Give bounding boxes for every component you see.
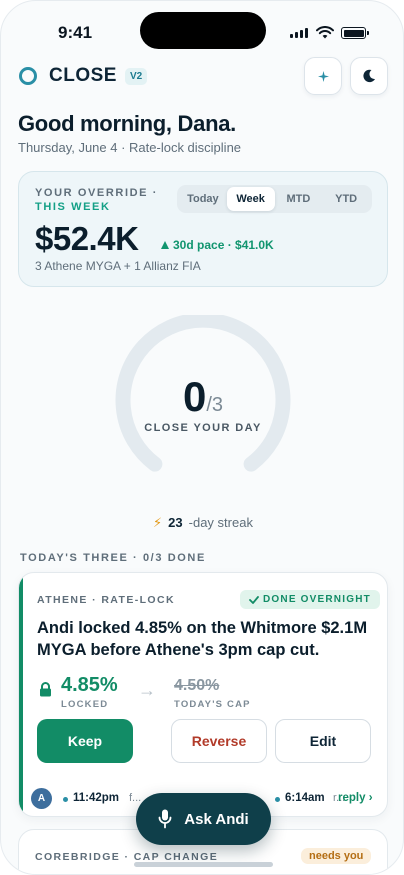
thread-snippet-1: f... <box>129 792 142 804</box>
timeline-dot <box>63 797 68 802</box>
timeline-dot <box>275 797 280 802</box>
streak-count: 23 <box>168 515 183 530</box>
reverse-button[interactable]: Reverse <box>171 719 267 763</box>
cellular-signal-icon <box>290 28 308 38</box>
progress-total: /3 <box>206 394 224 416</box>
progress-done: 0 <box>182 373 207 420</box>
override-label: YOUR OVERRIDE · THIS WEEK <box>35 186 158 214</box>
task-tag: ATHENE · RATE-LOCK <box>37 594 175 606</box>
logo-ring-icon <box>19 67 37 85</box>
progress-label: CLOSE YOUR DAY <box>144 422 262 434</box>
thread-time-1: 11:42pm <box>73 792 120 804</box>
task-status-bar <box>19 573 23 816</box>
edit-button[interactable]: Edit <box>275 719 371 763</box>
keep-button[interactable]: Keep <box>37 719 133 763</box>
wifi-icon <box>316 26 334 39</box>
microphone-icon <box>158 809 172 829</box>
override-card: YOUR OVERRIDE · THIS WEEK Today Week MTD… <box>18 171 388 287</box>
tab-ytd[interactable]: YTD <box>322 187 370 211</box>
battery-icon <box>341 27 369 39</box>
app-name: CLOSE <box>49 65 117 86</box>
greeting-subtitle: Thursday, June 4 · Rate-lock discipline <box>18 140 242 155</box>
section-title: TODAY'S THREE · 0/3 DONE <box>20 552 206 564</box>
avatar: A <box>31 788 52 809</box>
status-time: 9:41 <box>58 23 93 42</box>
status-badge: DONE OVERNIGHT <box>240 590 380 609</box>
chevron-right-icon: › <box>368 792 373 804</box>
task-card[interactable]: ATHENE · RATE-LOCK DONE OVERNIGHT Andi l… <box>18 572 388 817</box>
version-badge: V2 <box>124 67 148 85</box>
streak-label: -day streak <box>188 515 253 530</box>
override-period: THIS WEEK <box>35 201 111 213</box>
needs-you-badge: needs you <box>301 848 372 864</box>
greeting-title: Good morning, Dana. <box>18 111 236 136</box>
todays-cap: 4.50% TODAY'S CAP <box>174 674 251 710</box>
locked-rate-value: 4.85% <box>61 674 118 696</box>
check-icon <box>249 595 259 604</box>
reply-label: reply <box>338 792 366 804</box>
status-badge-text: DONE OVERNIGHT <box>263 594 371 605</box>
todays-cap-value: 4.50% <box>174 677 220 694</box>
theme-toggle-button[interactable] <box>350 57 388 95</box>
override-label-text: YOUR OVERRIDE · <box>35 187 159 199</box>
progress-count: 0/3 <box>1 373 403 421</box>
streak-indicator: ⚡ 23 -day streak <box>1 515 403 531</box>
reply-link[interactable]: reply › <box>338 792 373 804</box>
period-tabs: Today Week MTD YTD <box>177 185 372 213</box>
ask-andi-label: Ask Andi <box>184 810 249 828</box>
lock-icon <box>40 682 51 697</box>
tab-today[interactable]: Today <box>179 187 227 211</box>
tab-week[interactable]: Week <box>226 187 275 211</box>
phone-screen: 9:41 CLOSE V2 Good morning, Dana. Thursd… <box>0 0 404 875</box>
home-indicator[interactable] <box>134 862 273 867</box>
status-bar: 9:41 <box>1 1 403 57</box>
todays-cap-label: TODAY'S CAP <box>174 699 251 710</box>
pace-indicator: 30d pace · $41.0K <box>161 238 274 252</box>
task-title: Andi locked 4.85% on the Whitmore $2.1M … <box>37 619 368 659</box>
app-brand: CLOSE V2 <box>19 65 148 87</box>
moon-icon <box>363 69 375 83</box>
sparkle-button[interactable] <box>304 57 342 95</box>
sparkle-icon <box>317 70 329 82</box>
lightning-icon: ⚡ <box>153 515 163 530</box>
pace-text: 30d pace · $41.0K <box>173 238 274 252</box>
locked-rate-label: LOCKED <box>61 699 109 710</box>
thread-time-2: 6:14am <box>285 792 325 804</box>
override-amount: $52.4K <box>35 220 139 257</box>
dynamic-island <box>140 12 266 49</box>
override-detail: 3 Athene MYGA + 1 Allianz FIA <box>35 259 201 273</box>
ask-andi-button[interactable]: Ask Andi <box>136 793 271 845</box>
arrow-right-icon: → <box>138 680 156 700</box>
trend-up-icon <box>161 241 169 249</box>
tab-mtd[interactable]: MTD <box>275 187 323 211</box>
